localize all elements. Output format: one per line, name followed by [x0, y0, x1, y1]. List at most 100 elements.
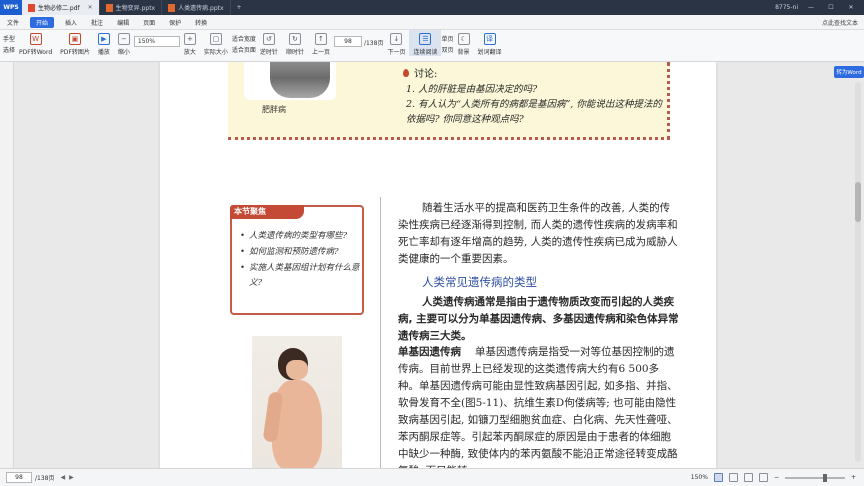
- bullet-drop-icon: [403, 68, 409, 77]
- menu-file[interactable]: 文件: [0, 18, 26, 27]
- discussion-item: 1. 人的肝脏是由基因决定的吗?: [406, 84, 538, 95]
- continuous-read-button[interactable]: ☰ 连续阅读: [409, 30, 442, 56]
- translate-button[interactable]: 译 划词翻译: [474, 30, 506, 56]
- tab-label: 生物必修二.pdf: [38, 5, 80, 12]
- double-view-icon[interactable]: [728, 473, 738, 482]
- menu-edit[interactable]: 编辑: [110, 18, 136, 27]
- status-page-input[interactable]: 98: [6, 472, 32, 483]
- play-icon: ▶: [97, 33, 110, 45]
- menu-insert[interactable]: 插入: [58, 18, 84, 27]
- bullet-icon: •: [240, 263, 246, 273]
- pdf-to-image-icon: ▣: [68, 33, 81, 45]
- rotate-right-icon: ↻: [288, 33, 301, 45]
- page-number-input[interactable]: 98: [333, 36, 362, 47]
- zoom-slider-handle[interactable]: [822, 473, 827, 482]
- prev-page-button[interactable]: ↑ 上一页: [308, 30, 334, 56]
- pdf-to-image-button[interactable]: ▣ PDF转图片: [56, 30, 94, 56]
- actual-size-icon: ▢: [209, 33, 222, 45]
- wps-logo[interactable]: WPS: [0, 0, 22, 15]
- pdf-to-word-label: PDF转Word: [19, 49, 53, 56]
- discussion-box: 肥胖病 讨论: 1. 人的肝脏是由基因决定的吗? 2. 有人认为“人类所有的病都…: [228, 62, 670, 140]
- actual-size-button[interactable]: ▢ 实际大小: [200, 30, 232, 56]
- menu-page[interactable]: 页面: [136, 18, 162, 27]
- select-tool-button[interactable]: 选择: [3, 45, 15, 54]
- ppt-file-icon: [168, 3, 176, 12]
- paragraph-lead: 单基因遗传病: [398, 346, 461, 358]
- zoom-slider[interactable]: [784, 473, 845, 482]
- fit-width-button[interactable]: 适合宽度: [232, 34, 256, 43]
- pdf-file-icon: [28, 3, 35, 12]
- convert-to-word-button[interactable]: 转为Word: [834, 66, 864, 78]
- zoom-in-button[interactable]: + 放大: [180, 30, 200, 56]
- obesity-photo: [270, 62, 330, 98]
- menu-comment[interactable]: 批注: [84, 18, 110, 27]
- maximize-icon[interactable]: ☐: [824, 4, 838, 11]
- zoom-in-icon: +: [183, 33, 196, 45]
- double-page-button[interactable]: 双页: [441, 45, 453, 54]
- status-zoom: 150%: [690, 474, 708, 481]
- close-window-icon[interactable]: ✕: [844, 4, 858, 11]
- status-nav: ◀ ▶: [60, 474, 73, 481]
- document-viewport[interactable]: 肥胖病 讨论: 1. 人的肝脏是由基因决定的吗? 2. 有人认为“人类所有的病都…: [0, 62, 864, 468]
- moon-icon: ☾: [457, 33, 470, 45]
- zoom-in-status-icon[interactable]: +: [851, 474, 856, 481]
- prev-arrow-icon[interactable]: ◀: [60, 474, 65, 481]
- status-bar: 98 /138页 ◀ ▶ 150% − +: [0, 468, 864, 486]
- pdf-to-word-button[interactable]: W PDF转Word: [15, 30, 56, 56]
- rotate-left-icon: ↺: [262, 33, 275, 45]
- new-tab-button[interactable]: +: [237, 4, 242, 11]
- zoom-in-label: 放大: [183, 49, 196, 56]
- translate-icon: 译: [483, 33, 496, 45]
- find-text-search[interactable]: 点此查找文本: [822, 18, 858, 27]
- menu-convert[interactable]: 转换: [188, 18, 214, 27]
- book-view-icon[interactable]: [743, 473, 753, 482]
- single-view-icon[interactable]: [713, 473, 723, 482]
- close-tab-icon[interactable]: ✕: [88, 4, 93, 11]
- baby-face: [286, 360, 308, 380]
- pdf-to-image-label: PDF转图片: [60, 49, 90, 56]
- scrollbar-thumb[interactable]: [855, 182, 861, 222]
- zoom-select[interactable]: 150%: [133, 36, 180, 47]
- next-page-button[interactable]: ↓ 下一页: [383, 30, 409, 56]
- page-mode-group: 单页 双页: [441, 34, 453, 54]
- zoom-out-icon: −: [117, 33, 130, 45]
- bullet-icon: •: [240, 231, 246, 241]
- rotate-right-button[interactable]: ↻ 顺时针: [282, 30, 308, 56]
- focus-item: • 如何监测和预防遗传病?: [240, 245, 362, 260]
- intro-paragraph: 随着生活水平的提高和医药卫生条件的改善, 人类的传染性疾病已经逐渐得到控制, 而…: [398, 202, 678, 265]
- fit-page-button[interactable]: 适合页面: [232, 45, 256, 54]
- tab-ppt-variation[interactable]: 生物变异.pptx: [100, 0, 163, 15]
- left-navigation-strip: [0, 62, 14, 468]
- actual-size-label: 实际大小: [203, 49, 228, 56]
- menu-start[interactable]: 开始: [30, 16, 55, 28]
- minimize-icon[interactable]: —: [804, 4, 818, 11]
- discussion-title: 讨论:: [414, 69, 438, 80]
- ppt-file-icon: [105, 3, 113, 12]
- fullscreen-icon[interactable]: [758, 473, 768, 482]
- status-right: 150% − +: [691, 473, 864, 482]
- background-button[interactable]: ☾ 背景: [454, 30, 474, 56]
- tab-ppt-genetic-disease[interactable]: 人类遗传病.pptx: [162, 0, 231, 15]
- single-page-button[interactable]: 单页: [441, 34, 453, 43]
- zoom-out-button[interactable]: − 缩小: [114, 30, 134, 56]
- rotate-left-button[interactable]: ↺ 逆时针: [256, 30, 282, 56]
- definition-paragraph: 人类遗传病通常是指由于遗传物质改变而引起的人类疾病, 主要可以分为单基因遗传病、…: [398, 296, 679, 342]
- user-name[interactable]: 8775-ni: [775, 4, 798, 11]
- obesity-photo-frame: [244, 62, 336, 100]
- figure-caption: 肥胖病: [262, 105, 286, 114]
- zoom-out-status-icon[interactable]: −: [774, 474, 779, 481]
- hand-tool-button[interactable]: 手型: [3, 34, 15, 43]
- focus-list: • 人类遗传病的类型有哪些? • 如何监测和预防遗传病? • 实施人类基因组计划有什么…: [240, 229, 362, 292]
- vertical-scrollbar[interactable]: [855, 82, 861, 462]
- pdf-page: 肥胖病 讨论: 1. 人的肝脏是由基因决定的吗? 2. 有人认为“人类所有的病都…: [160, 62, 716, 468]
- zoom-out-label: 缩小: [117, 49, 130, 56]
- discussion-item: 2. 有人认为“人类所有的病都是基因病”, 你能说出这种提法的依据吗? 你同意这…: [406, 99, 662, 125]
- play-button[interactable]: ▶ 播放: [94, 30, 114, 56]
- next-arrow-icon[interactable]: ▶: [69, 474, 74, 481]
- section-title: 人类常见遗传病的类型: [422, 275, 537, 289]
- page-total: /138页: [363, 40, 384, 47]
- single-gene-paragraph: 单基因遗传病 单基因遗传病是指受一对等位基因控制的遗传病。目前世界上已经发现的这类…: [398, 344, 680, 468]
- menu-protect[interactable]: 保护: [162, 18, 188, 27]
- tab-pdf-document[interactable]: 生物必修二.pdf ✕: [22, 0, 100, 15]
- discussion-questions: 1. 人的肝脏是由基因决定的吗? 2. 有人认为“人类所有的病都是基因病”, 你…: [406, 82, 668, 127]
